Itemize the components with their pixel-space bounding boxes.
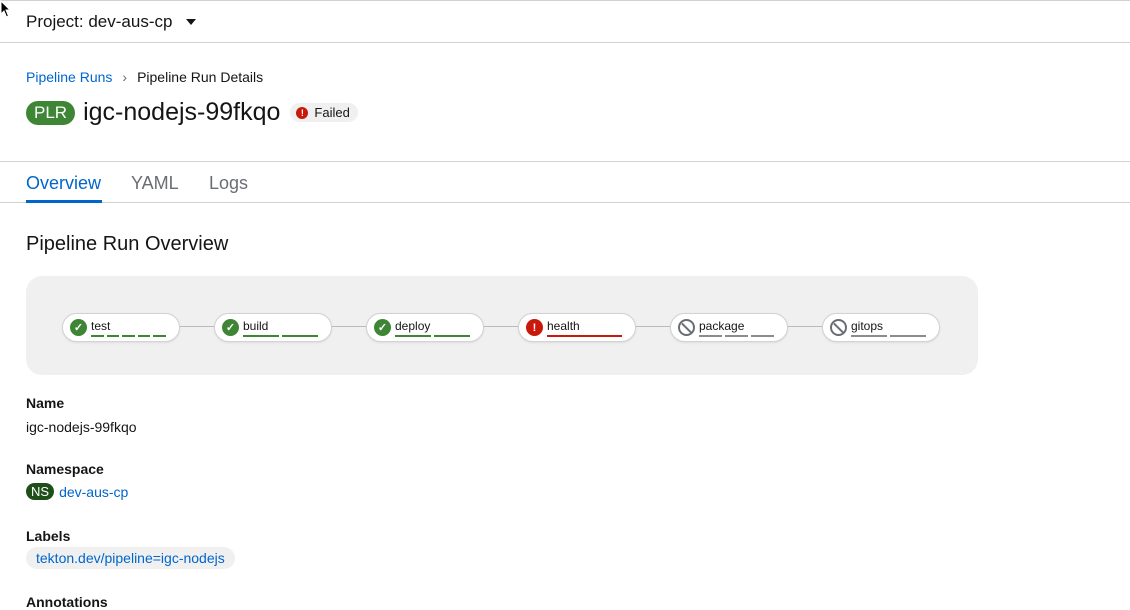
breadcrumb-pipeline-runs-link[interactable]: Pipeline Runs [26, 69, 112, 85]
pipeline-visualization: ✓ test ✓ build ✓ deploy! health package gitops [26, 276, 978, 375]
task-step-bar [106, 335, 120, 337]
task-step-bar [153, 335, 166, 337]
project-selector-bar: Project: dev-aus-cp [0, 0, 1130, 43]
task-step-bar [243, 335, 279, 337]
task-connector [636, 326, 670, 327]
task-step-bar [751, 335, 774, 337]
task-step-bars [91, 335, 166, 337]
caret-down-icon[interactable] [186, 19, 196, 25]
breadcrumb: Pipeline Runs › Pipeline Run Details [26, 69, 263, 85]
namespace-badge: NS [26, 483, 55, 500]
check-circle-icon: ✓ [222, 319, 239, 336]
task-connector [332, 326, 366, 327]
labels-label: Labels [26, 528, 71, 544]
task-step-bars [395, 335, 470, 337]
chevron-right-icon: › [122, 69, 128, 85]
namespace-link[interactable]: dev-aus-cp [59, 484, 128, 500]
task-connector [788, 326, 822, 327]
task-step-bar [851, 335, 887, 337]
pipeline-task-test[interactable]: ✓ test [62, 313, 180, 342]
ban-icon [678, 319, 695, 336]
check-circle-icon: ✓ [374, 319, 391, 336]
task-step-bars [851, 335, 926, 337]
name-label: Name [26, 395, 65, 411]
task-step-bar [395, 335, 431, 337]
task-name: gitops [851, 319, 884, 333]
project-selector-label[interactable]: Project: dev-aus-cp [26, 12, 172, 32]
task-name: package [699, 319, 745, 333]
task-step-bars [699, 335, 774, 337]
task-connector [180, 326, 214, 327]
check-circle-icon: ✓ [70, 319, 87, 336]
breadcrumb-current: Pipeline Run Details [137, 69, 264, 85]
task-name: build [243, 319, 269, 333]
task-step-bar [890, 335, 926, 337]
tab-overview[interactable]: Overview [26, 173, 101, 194]
page-title: igc-nodejs-99fkqo [83, 98, 281, 126]
task-step-bar [725, 335, 748, 337]
task-name: health [547, 319, 580, 333]
status-text: Failed [314, 105, 350, 120]
task-step-bar [137, 335, 151, 337]
task-name: test [91, 319, 111, 333]
task-step-bars [243, 335, 318, 337]
resource-type-badge: PLR [26, 100, 76, 125]
namespace-value: NS dev-aus-cp [26, 483, 128, 500]
exclamation-circle-icon: ! [296, 106, 309, 119]
task-name: deploy [395, 319, 431, 333]
ban-icon [830, 319, 847, 336]
exclamation-circle-icon: ! [526, 319, 543, 336]
pipeline-task-package[interactable]: package [670, 313, 788, 342]
tab-yaml[interactable]: YAML [131, 173, 179, 194]
namespace-label: Namespace [26, 461, 104, 477]
active-tab-indicator [26, 200, 102, 203]
mouse-pointer-icon [0, 0, 12, 18]
task-connector [484, 326, 518, 327]
task-step-bars [547, 335, 622, 337]
name-value: igc-nodejs-99fkqo [26, 419, 137, 435]
task-step-bar [434, 335, 470, 337]
tab-logs[interactable]: Logs [209, 173, 248, 194]
pipeline-task-build[interactable]: ✓ build [214, 313, 332, 342]
task-step-bar [122, 335, 135, 337]
pipeline-task-health[interactable]: ! health [518, 313, 636, 342]
page-header: PLR igc-nodejs-99fkqo ! Failed [26, 98, 358, 127]
task-step-bar [91, 335, 104, 337]
task-step-bar [547, 335, 622, 337]
pipeline-task-gitops[interactable]: gitops [822, 313, 940, 342]
task-step-bar [282, 335, 318, 337]
status-badge: ! Failed [290, 103, 358, 122]
label-chip[interactable]: tekton.dev/pipeline=igc-nodejs [26, 547, 235, 569]
pipeline-task-deploy[interactable]: ✓ deploy [366, 313, 484, 342]
task-step-bar [699, 335, 722, 337]
annotations-label: Annotations [26, 594, 108, 610]
tab-bar: Overview YAML Logs [0, 161, 1130, 203]
section-title: Pipeline Run Overview [26, 233, 229, 255]
